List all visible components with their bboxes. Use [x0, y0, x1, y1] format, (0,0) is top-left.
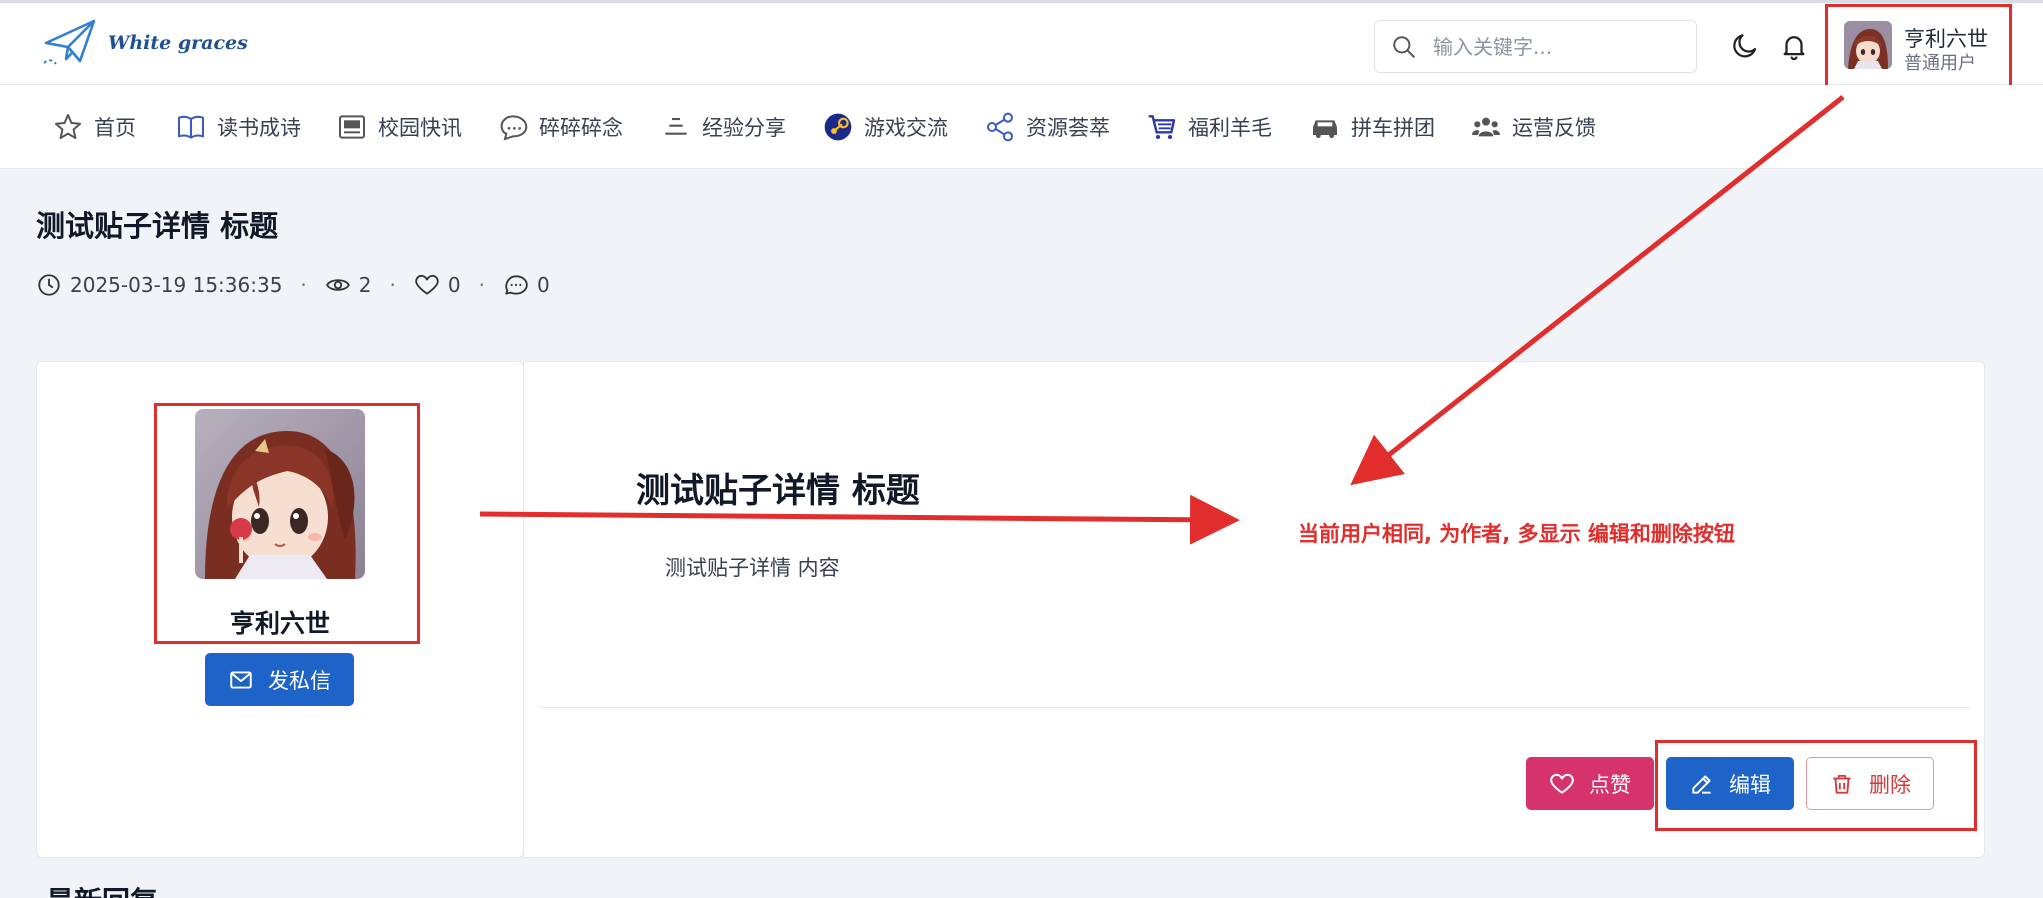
- meta-separator: ·: [478, 273, 485, 297]
- top-header: White graces: [0, 0, 2043, 85]
- notification-button[interactable]: [1779, 31, 1809, 61]
- post-date-text: 2025-03-19 15:36:35: [70, 273, 283, 297]
- author-avatar[interactable]: [195, 409, 365, 579]
- nav-item-home[interactable]: 首页: [52, 111, 136, 143]
- users-icon: [1472, 117, 1500, 137]
- book-icon: [178, 115, 204, 139]
- logo-text: White graces: [108, 32, 248, 54]
- search-input[interactable]: [1433, 34, 1653, 59]
- nav-item-reading[interactable]: 读书成诗: [175, 111, 301, 143]
- nav-item-label: 碎碎碎念: [539, 116, 623, 140]
- edit-icon: [1692, 774, 1711, 794]
- nav-item-resources[interactable]: 资源荟萃: [984, 111, 1110, 143]
- nav-item-label: 拼车拼团: [1351, 116, 1435, 140]
- eye-icon: [325, 279, 350, 291]
- mail-icon: [230, 670, 252, 689]
- moon-icon: [1733, 34, 1757, 58]
- nav-item-games[interactable]: 游戏交流: [822, 111, 948, 143]
- post-comments: 0: [503, 272, 550, 298]
- nav-item-experience[interactable]: 经验分享: [660, 111, 786, 143]
- site-logo[interactable]: White graces: [40, 17, 248, 69]
- nav-item-label: 游戏交流: [864, 116, 948, 140]
- post-date: 2025-03-19 15:36:35: [36, 272, 282, 298]
- post-views: 2: [325, 272, 372, 298]
- post-content-body: 测试贴子详情 内容: [665, 556, 840, 580]
- author-name: 亨利六世: [229, 609, 330, 638]
- avatar-image: [195, 409, 365, 579]
- cart-icon: [1148, 115, 1176, 140]
- user-avatar[interactable]: [1844, 21, 1892, 69]
- current-user-menu[interactable]: 亨利六世 普通用户: [1825, 4, 2012, 91]
- steam-icon: [824, 113, 852, 141]
- content-divider: [539, 707, 1970, 708]
- newspaper-icon: [339, 115, 365, 139]
- nav-item-campus-news[interactable]: 校园快讯: [336, 111, 462, 143]
- nav-item-chatter[interactable]: 碎碎碎念: [497, 111, 623, 143]
- delete-button[interactable]: 删除: [1806, 757, 1934, 810]
- car-icon: [1313, 120, 1337, 139]
- edit-label: 编辑: [1729, 772, 1771, 797]
- like-button[interactable]: 点赞: [1526, 757, 1654, 810]
- avatar-image: [1844, 21, 1892, 69]
- meta-separator: ·: [389, 273, 396, 297]
- post-likes-count: 0: [447, 273, 461, 297]
- dark-mode-toggle[interactable]: [1730, 31, 1760, 61]
- user-role: 普通用户: [1904, 53, 1976, 74]
- nav-item-feedback[interactable]: 运营反馈: [1470, 111, 1596, 143]
- comment-icon: [505, 275, 528, 295]
- search-box[interactable]: [1374, 20, 1697, 73]
- post-meta: 2025-03-19 15:36:35 · 2 · 0 · 0: [36, 272, 550, 298]
- nav-item-deals[interactable]: 福利羊毛: [1146, 111, 1272, 143]
- heart-icon: [415, 274, 439, 295]
- main-nav: 首页 读书成诗 校园快讯 碎碎碎念 经验分享 游戏交流 资源荟萃 福利羊毛 拼车…: [0, 85, 2043, 169]
- nav-item-carpool[interactable]: 拼车拼团: [1309, 111, 1435, 143]
- page-title: 测试贴子详情 标题: [36, 209, 279, 243]
- clock-icon: [38, 274, 60, 296]
- layers-icon: [665, 117, 687, 135]
- nav-item-label: 经验分享: [702, 116, 786, 140]
- nav-item-label: 首页: [94, 116, 136, 140]
- edit-button[interactable]: 编辑: [1666, 757, 1794, 810]
- nav-item-label: 运营反馈: [1512, 116, 1596, 140]
- post-content-title: 测试贴子详情 标题: [636, 471, 920, 511]
- meta-separator: ·: [300, 273, 307, 297]
- chat-bubble-icon: [500, 115, 528, 141]
- nav-item-label: 校园快讯: [378, 116, 462, 140]
- nav-item-label: 读书成诗: [217, 116, 301, 140]
- send-message-label: 发私信: [268, 668, 331, 693]
- bell-icon: [1783, 36, 1805, 61]
- send-message-button[interactable]: 发私信: [205, 653, 354, 706]
- post-comments-count: 0: [536, 273, 550, 297]
- delete-label: 删除: [1869, 772, 1911, 797]
- paper-plane-icon: [43, 19, 96, 65]
- nav-item-label: 福利羊毛: [1188, 116, 1272, 140]
- annotation-text: 当前用户相同, 为作者, 多显示 编辑和删除按钮: [1298, 522, 1735, 546]
- star-icon: [55, 114, 81, 140]
- trash-icon: [1833, 774, 1851, 794]
- like-label: 点赞: [1589, 772, 1631, 797]
- latest-replies-heading: 最新回复: [46, 880, 158, 898]
- search-icon: [1393, 35, 1415, 58]
- share-icon: [987, 112, 1013, 142]
- heart-icon: [1550, 773, 1574, 794]
- post-likes: 0: [414, 272, 461, 298]
- post-views-count: 2: [358, 273, 372, 297]
- nav-item-label: 资源荟萃: [1026, 116, 1110, 140]
